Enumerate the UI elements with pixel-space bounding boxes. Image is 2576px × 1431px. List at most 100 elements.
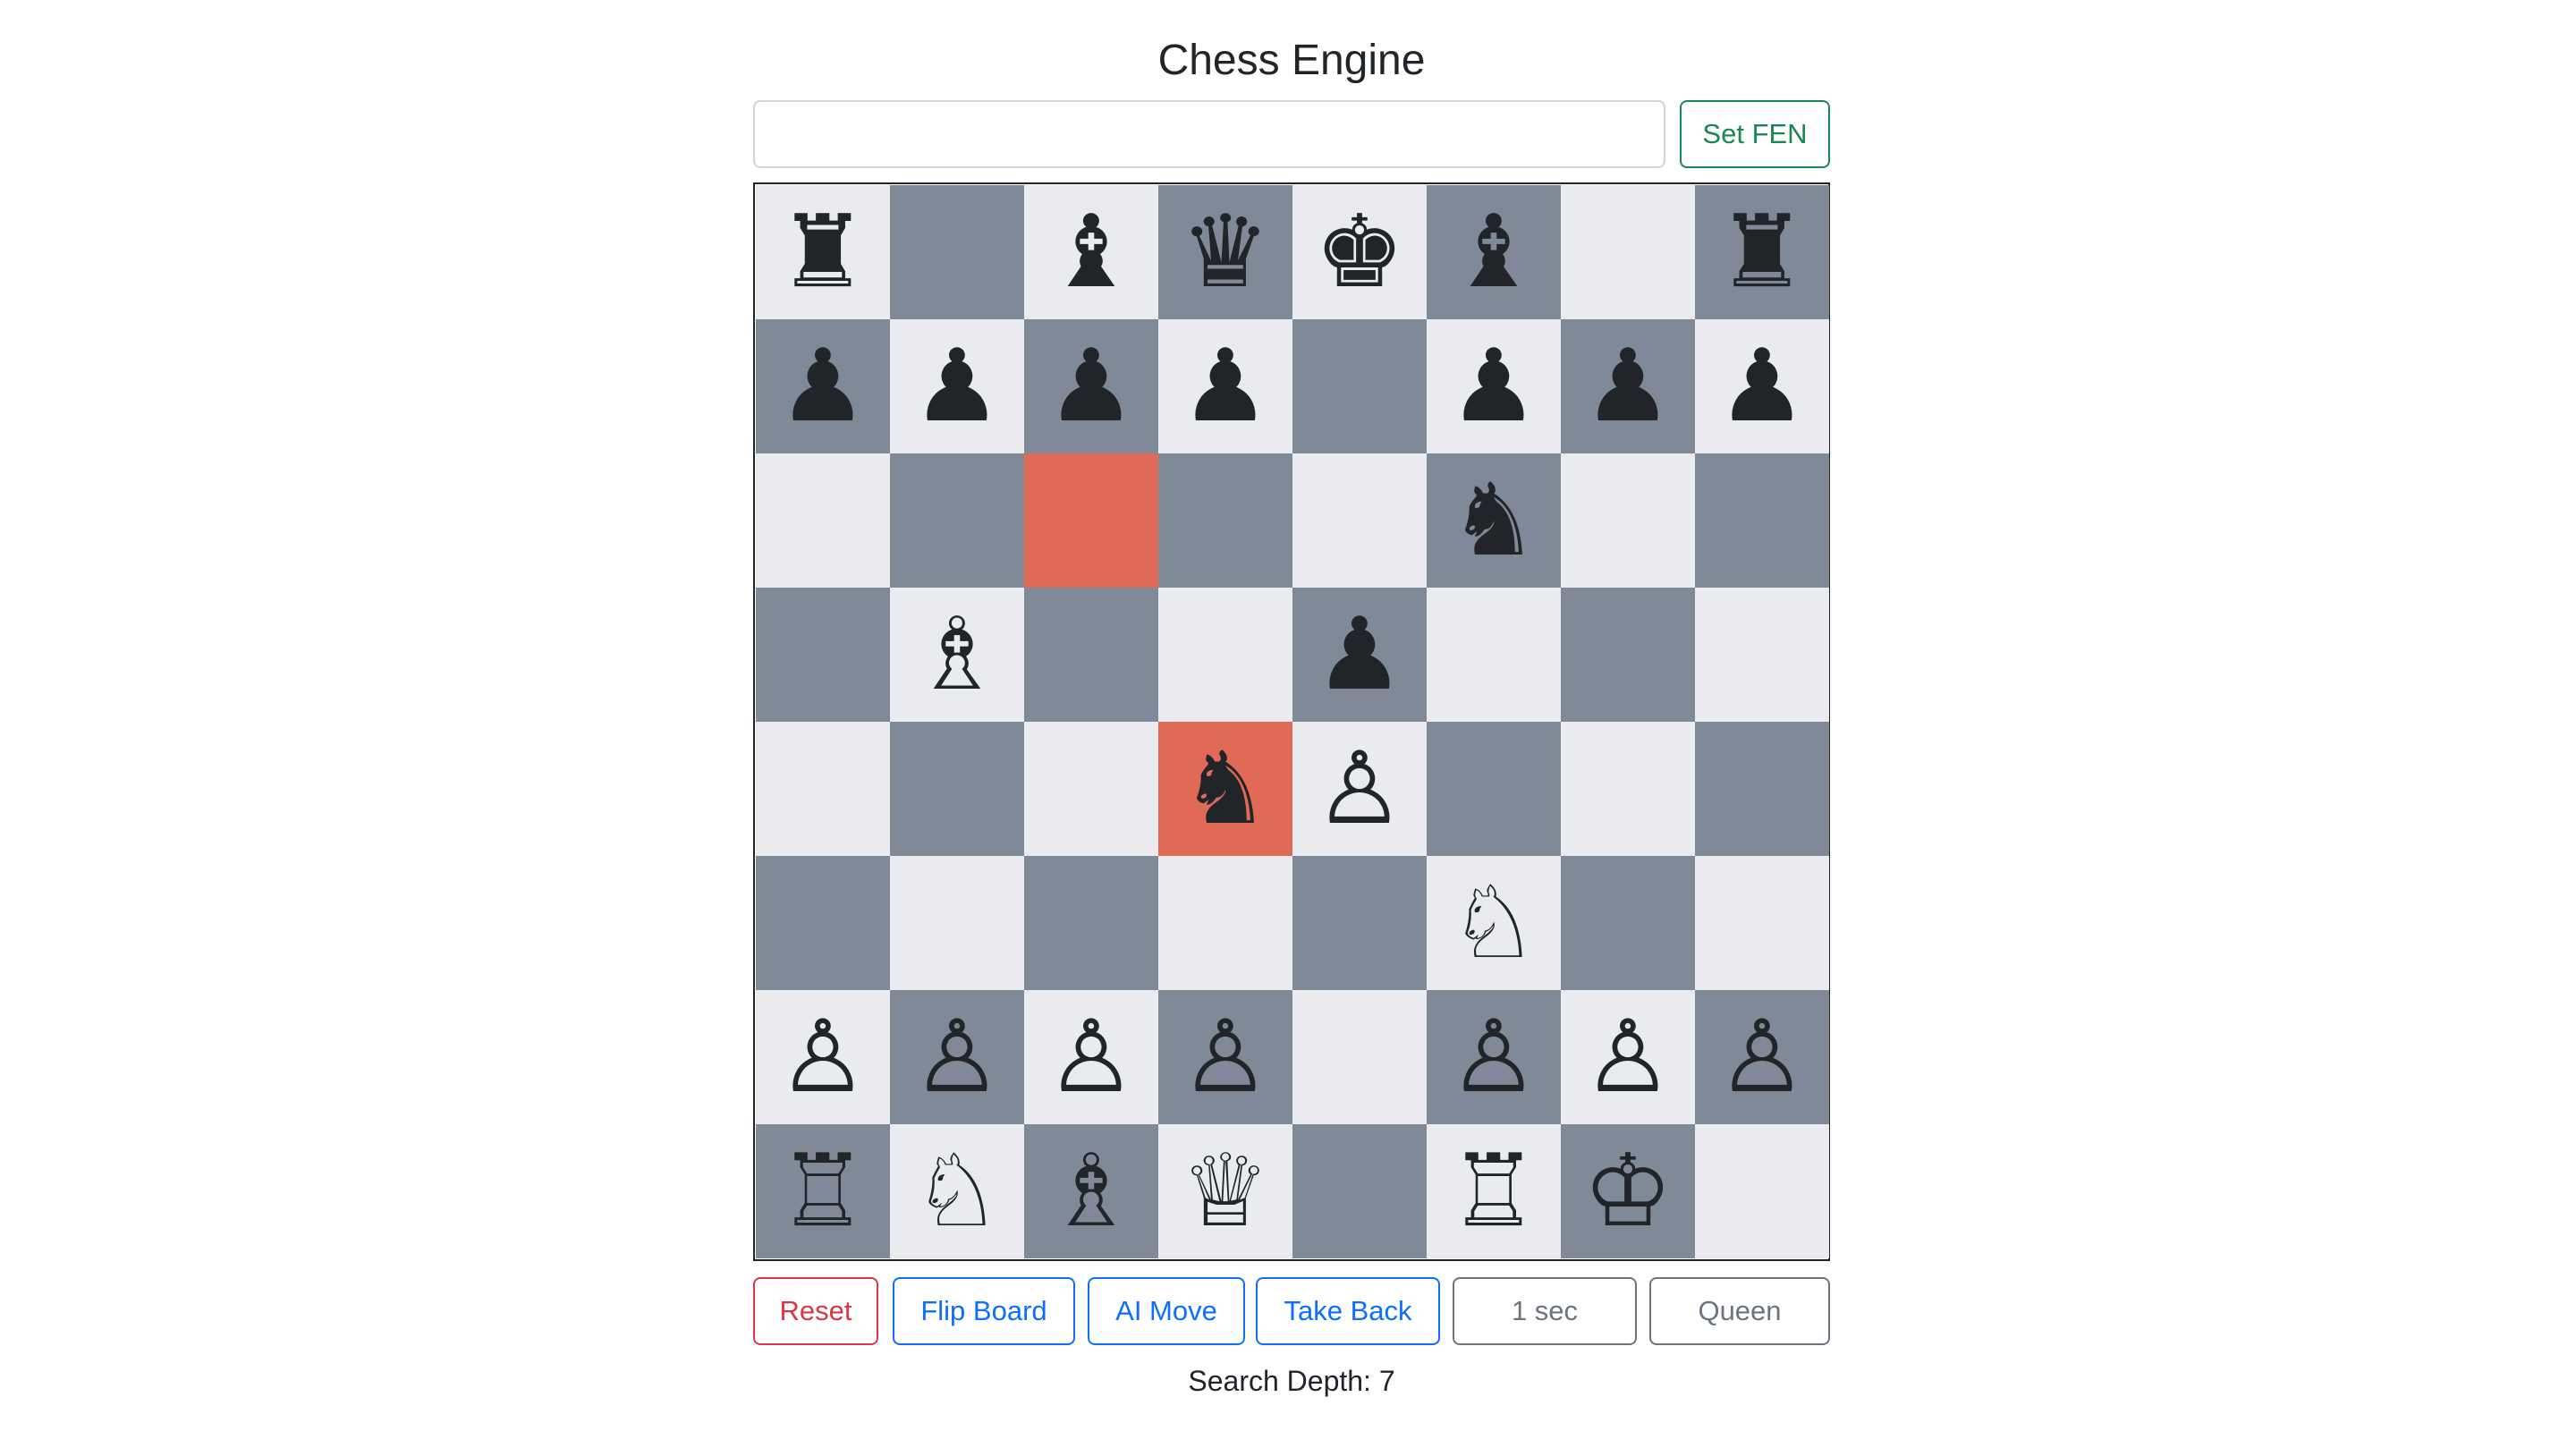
- square-a3[interactable]: [756, 856, 890, 990]
- chess-piece[interactable]: ♘: [1449, 873, 1538, 973]
- square-f4[interactable]: [1427, 722, 1561, 856]
- square-c4[interactable]: [1024, 722, 1158, 856]
- chess-piece[interactable]: ♜: [778, 202, 868, 302]
- chess-piece[interactable]: ♙: [1046, 1007, 1136, 1107]
- square-h2[interactable]: ♙: [1695, 990, 1829, 1124]
- square-g8[interactable]: [1561, 185, 1695, 319]
- square-d2[interactable]: ♙: [1158, 990, 1292, 1124]
- chess-piece[interactable]: ♗: [912, 605, 1002, 705]
- chess-piece[interactable]: ♙: [1449, 1007, 1538, 1107]
- square-f2[interactable]: ♙: [1427, 990, 1561, 1124]
- chess-piece[interactable]: ♟: [1181, 336, 1270, 436]
- square-a4[interactable]: [756, 722, 890, 856]
- chess-piece[interactable]: ♟: [1583, 336, 1673, 436]
- square-e7[interactable]: [1292, 319, 1427, 453]
- chess-piece[interactable]: ♙: [912, 1007, 1002, 1107]
- square-e2[interactable]: [1292, 990, 1427, 1124]
- square-d8[interactable]: ♛: [1158, 185, 1292, 319]
- chess-piece[interactable]: ♚: [1315, 202, 1404, 302]
- square-g1[interactable]: ♔: [1561, 1124, 1695, 1258]
- chess-piece[interactable]: ♕: [1181, 1141, 1270, 1241]
- square-a5[interactable]: [756, 588, 890, 722]
- take-back-button[interactable]: Take Back: [1256, 1277, 1440, 1345]
- square-d6[interactable]: [1158, 453, 1292, 588]
- chess-piece[interactable]: ♝: [1449, 202, 1538, 302]
- square-e3[interactable]: [1292, 856, 1427, 990]
- square-g3[interactable]: [1561, 856, 1695, 990]
- square-h4[interactable]: [1695, 722, 1829, 856]
- square-b1[interactable]: ♘: [890, 1124, 1024, 1258]
- square-g4[interactable]: [1561, 722, 1695, 856]
- chess-piece[interactable]: ♛: [1181, 202, 1270, 302]
- square-d4[interactable]: ♞: [1158, 722, 1292, 856]
- square-f6[interactable]: ♞: [1427, 453, 1561, 588]
- time-select-button[interactable]: 1 sec: [1453, 1277, 1637, 1345]
- square-h3[interactable]: [1695, 856, 1829, 990]
- chess-piece[interactable]: ♟: [912, 336, 1002, 436]
- square-d1[interactable]: ♕: [1158, 1124, 1292, 1258]
- square-c3[interactable]: [1024, 856, 1158, 990]
- square-f3[interactable]: ♘: [1427, 856, 1561, 990]
- square-a1[interactable]: ♖: [756, 1124, 890, 1258]
- square-g5[interactable]: [1561, 588, 1695, 722]
- square-b5[interactable]: ♗: [890, 588, 1024, 722]
- chess-board[interactable]: ♜ ♝ ♛ ♚ ♝ ♜ ♟ ♟ ♟ ♟ ♟ ♟ ♟ ♞ ♗ ♟ ♞ ♙ ♘ ♙ ♙ ♙ ♙ ♙ ♙ ♙ ♖ ♘ ♗ ♕ ♖ ♔: [753, 182, 1830, 1261]
- square-f5[interactable]: [1427, 588, 1561, 722]
- promotion-select-button[interactable]: Queen: [1649, 1277, 1830, 1345]
- chess-piece[interactable]: ♞: [1449, 470, 1538, 571]
- chess-piece[interactable]: ♟: [1046, 336, 1136, 436]
- ai-move-button[interactable]: AI Move: [1088, 1277, 1245, 1345]
- fen-input[interactable]: [753, 100, 1665, 168]
- chess-piece[interactable]: ♙: [1583, 1007, 1673, 1107]
- square-a6[interactable]: [756, 453, 890, 588]
- reset-button[interactable]: Reset: [753, 1277, 878, 1345]
- square-c2[interactable]: ♙: [1024, 990, 1158, 1124]
- set-fen-button[interactable]: Set FEN: [1680, 100, 1830, 168]
- chess-piece[interactable]: ♙: [1315, 739, 1404, 839]
- square-d7[interactable]: ♟: [1158, 319, 1292, 453]
- chess-piece[interactable]: ♝: [1046, 202, 1136, 302]
- square-b4[interactable]: [890, 722, 1024, 856]
- square-e6[interactable]: [1292, 453, 1427, 588]
- chess-piece[interactable]: ♖: [778, 1141, 868, 1241]
- square-g2[interactable]: ♙: [1561, 990, 1695, 1124]
- chess-piece[interactable]: ♞: [1181, 739, 1270, 839]
- square-e5[interactable]: ♟: [1292, 588, 1427, 722]
- square-c8[interactable]: ♝: [1024, 185, 1158, 319]
- chess-piece[interactable]: ♟: [1449, 336, 1538, 436]
- square-d5[interactable]: [1158, 588, 1292, 722]
- square-h8[interactable]: ♜: [1695, 185, 1829, 319]
- square-c1[interactable]: ♗: [1024, 1124, 1158, 1258]
- square-g6[interactable]: [1561, 453, 1695, 588]
- chess-piece[interactable]: ♗: [1046, 1141, 1136, 1241]
- square-a2[interactable]: ♙: [756, 990, 890, 1124]
- square-b3[interactable]: [890, 856, 1024, 990]
- square-h1[interactable]: [1695, 1124, 1829, 1258]
- square-b7[interactable]: ♟: [890, 319, 1024, 453]
- chess-piece[interactable]: ♔: [1583, 1141, 1673, 1241]
- chess-piece[interactable]: ♟: [1717, 336, 1807, 436]
- square-c5[interactable]: [1024, 588, 1158, 722]
- flip-board-button[interactable]: Flip Board: [893, 1277, 1075, 1345]
- chess-piece[interactable]: ♖: [1449, 1141, 1538, 1241]
- square-f1[interactable]: ♖: [1427, 1124, 1561, 1258]
- square-h5[interactable]: [1695, 588, 1829, 722]
- chess-piece[interactable]: ♟: [1315, 605, 1404, 705]
- square-b6[interactable]: [890, 453, 1024, 588]
- chess-piece[interactable]: ♙: [1181, 1007, 1270, 1107]
- square-h6[interactable]: [1695, 453, 1829, 588]
- chess-piece[interactable]: ♟: [778, 336, 868, 436]
- square-e4[interactable]: ♙: [1292, 722, 1427, 856]
- square-f8[interactable]: ♝: [1427, 185, 1561, 319]
- square-e8[interactable]: ♚: [1292, 185, 1427, 319]
- square-d3[interactable]: [1158, 856, 1292, 990]
- chess-piece[interactable]: ♜: [1717, 202, 1807, 302]
- square-c7[interactable]: ♟: [1024, 319, 1158, 453]
- square-g7[interactable]: ♟: [1561, 319, 1695, 453]
- square-e1[interactable]: [1292, 1124, 1427, 1258]
- chess-piece[interactable]: ♙: [1717, 1007, 1807, 1107]
- square-a7[interactable]: ♟: [756, 319, 890, 453]
- chess-piece[interactable]: ♘: [912, 1141, 1002, 1241]
- square-a8[interactable]: ♜: [756, 185, 890, 319]
- square-f7[interactable]: ♟: [1427, 319, 1561, 453]
